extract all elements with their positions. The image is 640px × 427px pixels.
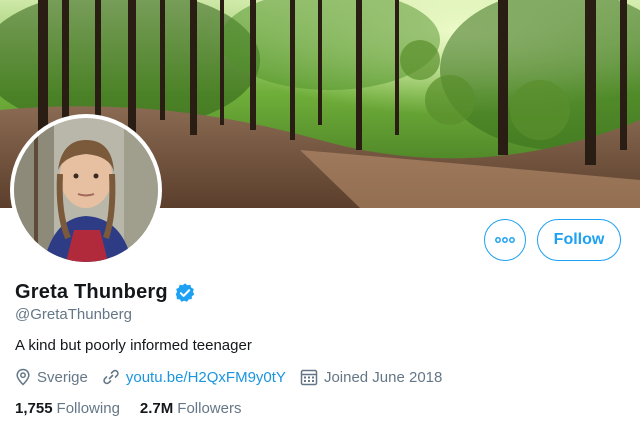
location-pin-icon [16,368,30,386]
more-button[interactable] [484,219,526,261]
profile-name-row: Greta Thunberg [15,281,196,304]
followers-label: Followers [177,400,242,417]
avatar-image [14,118,158,262]
location-text: Sverige [37,368,88,386]
joined-text: Joined June 2018 [323,368,443,386]
calendar-icon [300,369,318,386]
followers-stat[interactable]: 2.7M Followers [140,400,242,417]
profile-meta: Sverige youtu.be/H2QxFM9y0tY Joined June… [15,368,456,386]
more-icon [495,237,515,243]
location-item: Sverige [15,368,88,386]
website-item[interactable]: youtu.be/H2QxFM9y0tY [102,368,286,386]
profile-stats: 1,755 Following 2.7M Followers [15,400,261,417]
follow-button[interactable]: Follow [537,219,621,261]
website-link[interactable]: youtu.be/H2QxFM9y0tY [126,369,286,386]
verified-badge-icon [175,282,195,302]
link-icon [103,369,119,385]
followers-count: 2.7M [139,400,174,417]
following-label: Following [56,400,120,417]
profile-bio: A kind but poorly informed teenager [15,337,252,354]
following-count: 1,755 [15,400,53,417]
display-name: Greta Thunberg [15,281,168,303]
profile-handle: @GretaThunberg [15,306,132,323]
following-stat[interactable]: 1,755 Following [15,400,120,417]
avatar[interactable] [10,114,162,266]
joined-item: Joined June 2018 [300,368,442,386]
